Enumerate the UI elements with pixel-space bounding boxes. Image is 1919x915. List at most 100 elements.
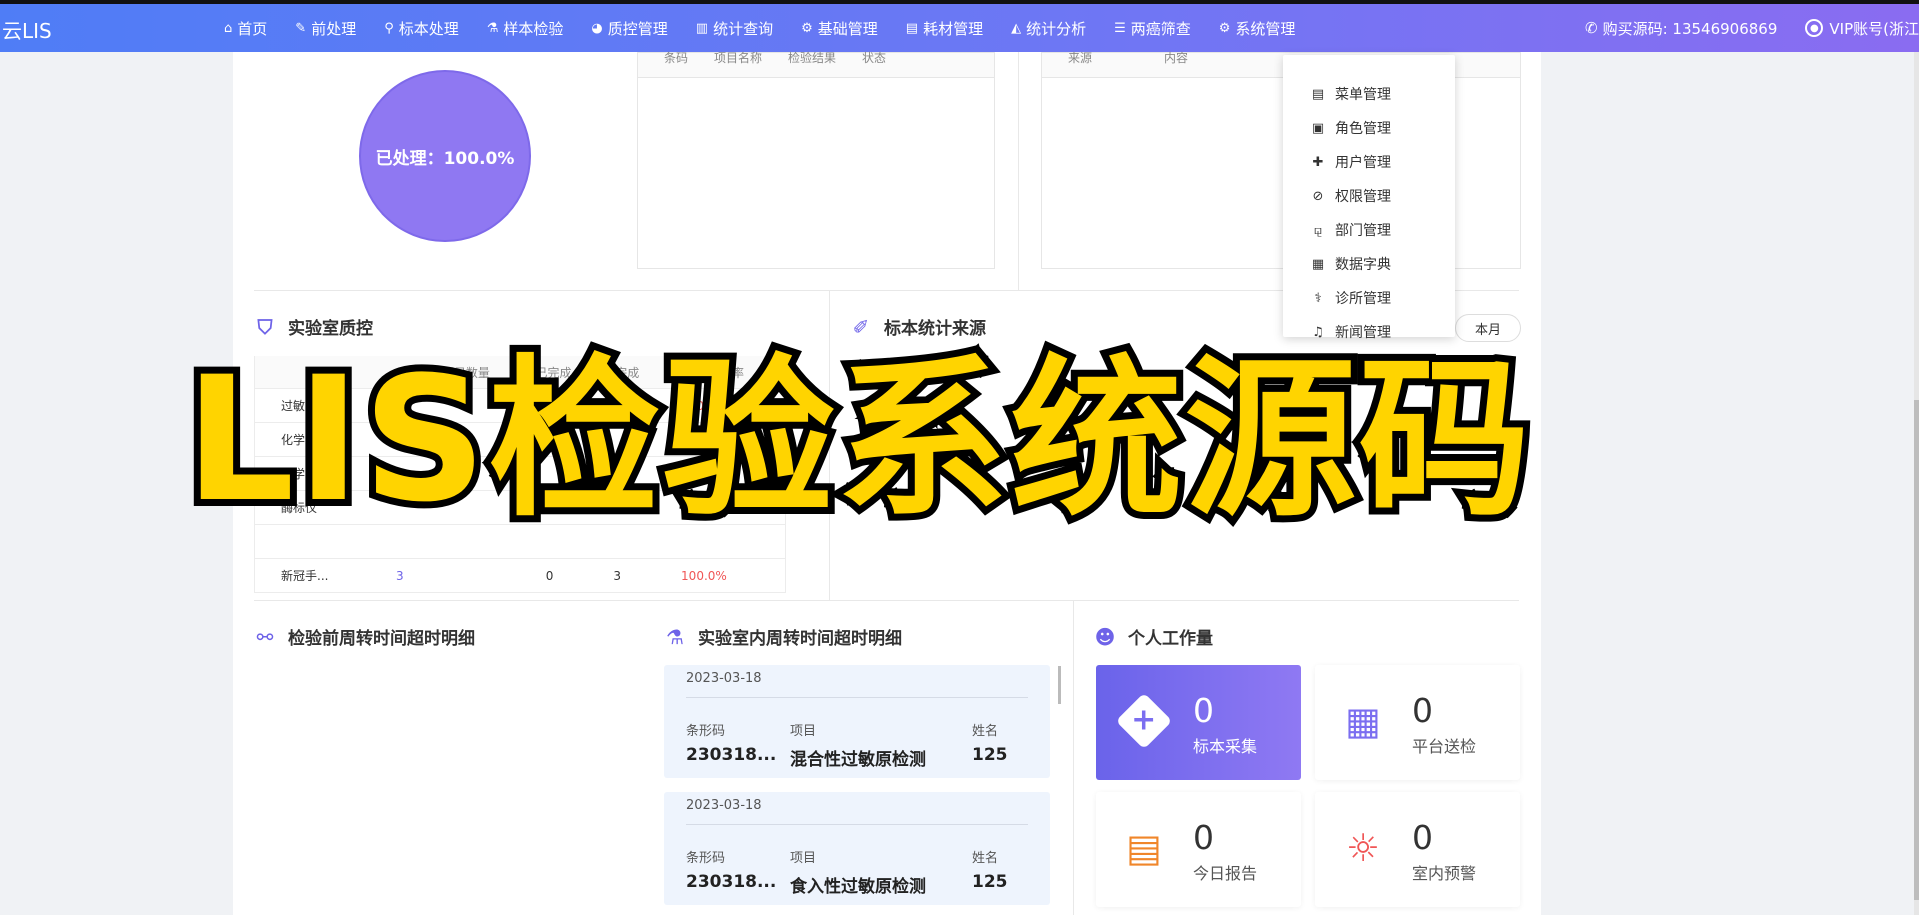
dropdown-item-user-management[interactable]: ✚ 用户管理: [1283, 145, 1455, 179]
tat-record-card[interactable]: 2023-03-18 条形码 项目 姓名 230318... 食入性过敏原检测 …: [664, 792, 1050, 905]
qc-name: 新冠手...: [254, 558, 388, 593]
workload-title: ☻ 个人工作量: [1094, 624, 1213, 650]
lab-tat-title: ⚗ 实验室内周转时间超时明细: [664, 624, 902, 650]
list-alt-icon: ▤: [1311, 86, 1325, 102]
nav-item-consumables[interactable]: ▤ 耗材管理: [892, 4, 997, 52]
divider: [686, 697, 1028, 698]
column-header: 状态: [862, 51, 887, 65]
item-value: 混合性过敏原检测: [790, 750, 926, 770]
section-title-text: 检验前周转时间超时明细: [288, 629, 475, 649]
item-value: 食入性过敏原检测: [790, 877, 926, 897]
brand-logo[interactable]: 云LIS: [2, 15, 52, 44]
nav-item-quality-control[interactable]: ◕ 质控管理: [577, 4, 681, 52]
nav-item-statistics-query[interactable]: ▥ 统计查询: [682, 4, 787, 52]
hospital-icon: ▦: [1345, 699, 1381, 743]
scroll-report-icon: ▤: [1126, 826, 1162, 870]
nav-label: 两癌筛查: [1130, 19, 1191, 38]
nav-item-specimen-processing[interactable]: ⚲ 标本处理: [370, 4, 473, 52]
table-row[interactable]: 新冠手... 3 0 3 100.0%: [254, 558, 786, 593]
dropdown-item-data-dictionary[interactable]: ▦ 数据字典: [1283, 247, 1455, 281]
user-circle-icon: ●: [1805, 19, 1824, 37]
top-navbar: 云LIS ⌂ 首页 ✎ 前处理 ⚲ 标本处理 ⚗ 样本检验 ◕ 质控管理 ▥ 统计查询 ⚙ 基…: [0, 4, 1919, 52]
stat-label: 今日报告: [1193, 864, 1258, 883]
barcode-value: 230318...: [686, 745, 777, 765]
name-label: 姓名: [972, 724, 999, 739]
name-value: 125: [972, 745, 1008, 765]
nav-item-home[interactable]: ⌂ 首页: [210, 4, 281, 52]
dropdown-item-clinic-management[interactable]: ⚕ 诊所管理: [1283, 281, 1455, 315]
column-header: 检验结果: [788, 51, 837, 65]
recent-results-table: 条码 项目名称 检验结果 状态: [637, 51, 995, 269]
nav-label: 统计查询: [713, 19, 774, 38]
dropdown-item-menu-management[interactable]: ▤ 菜单管理: [1283, 77, 1455, 111]
column-header: 项目名称: [714, 51, 763, 65]
nav-item-sample-testing[interactable]: ⚗ 样本检验: [473, 4, 578, 52]
bar-chart-icon: ▥: [695, 20, 709, 36]
id-card-icon: ▣: [1311, 120, 1325, 136]
stat-card-today-report[interactable]: ▤ 0 今日报告: [1096, 792, 1301, 907]
dropdown-item-role-management[interactable]: ▣ 角色管理: [1283, 111, 1455, 145]
item-label: 项目: [790, 851, 817, 866]
nav-item-system-management[interactable]: ⚙ 系统管理: [1205, 4, 1310, 52]
medical-plus-icon: +: [1115, 692, 1173, 750]
nav-item-cancer-screening[interactable]: ☰ 两癌筛查: [1100, 4, 1205, 52]
nav-label: 前处理: [311, 19, 357, 38]
ban-icon: ⊘: [1312, 188, 1324, 204]
alarm-light-icon: ☼: [1345, 826, 1381, 870]
barcode-value: 230318...: [686, 872, 777, 892]
table-header: 条码 项目名称 检验结果 状态: [638, 51, 994, 78]
flask-icon: ⚗: [666, 624, 684, 649]
tat-date: 2023-03-18: [686, 798, 762, 813]
navbar-right: ✆ 购买源码: 13546906869 ● VIP账号(浙江: [1585, 4, 1919, 52]
area-chart-icon: ◭: [1011, 20, 1022, 36]
dropdown-label: 角色管理: [1335, 121, 1391, 137]
vial-icon: ⚲: [384, 20, 394, 36]
qc-total[interactable]: 3: [387, 558, 520, 593]
name-value: 125: [972, 872, 1008, 892]
nav-label: 首页: [237, 19, 268, 38]
main-nav-menu: ⌂ 首页 ✎ 前处理 ⚲ 标本处理 ⚗ 样本检验 ◕ 质控管理 ▥ 统计查询 ⚙ 基础管理 ▤…: [210, 4, 1309, 52]
buy-source-link[interactable]: ✆ 购买源码: 13546906869: [1585, 18, 1777, 39]
stat-value: 0: [1193, 818, 1214, 857]
qc-done: 0: [519, 558, 588, 593]
stat-label: 平台送检: [1412, 737, 1477, 756]
nav-item-preprocess[interactable]: ✎ 前处理: [281, 4, 370, 52]
tat-list-scrollbar[interactable]: [1058, 666, 1061, 704]
nav-label: 统计分析: [1026, 19, 1087, 38]
account-menu[interactable]: ● VIP账号(浙江: [1805, 18, 1919, 39]
account-label: VIP账号(浙江: [1829, 19, 1919, 38]
book-icon: ▦: [1311, 256, 1325, 272]
stat-card-specimen-collection[interactable]: + 0 标本采集: [1096, 665, 1301, 780]
tat-record-card[interactable]: 2023-03-18 条形码 项目 姓名 230318... 混合性过敏原检测 …: [664, 665, 1050, 778]
pie-chart-icon: ◕: [591, 20, 603, 36]
divider: [254, 600, 1519, 601]
nav-item-basic-management[interactable]: ⚙ 基础管理: [787, 4, 892, 52]
dropdown-label: 菜单管理: [1335, 87, 1391, 103]
dropdown-item-permission-management[interactable]: ⊘ 权限管理: [1283, 179, 1455, 213]
qc-rate: 100.0%: [655, 558, 786, 593]
stat-card-platform-submission[interactable]: ▦ 0 平台送检: [1315, 665, 1520, 780]
column-header: 条码: [664, 51, 689, 65]
nav-item-statistics-analysis[interactable]: ◭ 统计分析: [997, 4, 1100, 52]
list-icon: ☰: [1114, 20, 1126, 36]
dropdown-label: 数据字典: [1335, 257, 1391, 273]
page-scrollbar-thumb[interactable]: [1914, 400, 1919, 900]
gear-icon: ⚙: [801, 20, 813, 36]
name-label: 姓名: [972, 851, 999, 866]
clinic-icon: ⚕: [1314, 290, 1322, 306]
stat-card-indoor-alert[interactable]: ☼ 0 室内预警: [1315, 792, 1520, 907]
sitemap-icon: ⚼: [1313, 222, 1323, 238]
dropdown-label: 用户管理: [1335, 155, 1391, 171]
processed-pie-chart: 已处理：100.0%: [359, 70, 531, 242]
column-header: 内容: [1164, 51, 1189, 65]
stat-label: 标本采集: [1193, 737, 1258, 756]
system-management-dropdown: ▤ 菜单管理 ▣ 角色管理 ✚ 用户管理 ⊘ 权限管理 ⚼ 部门管理 ▦ 数据字典 ⚕ 诊所管…: [1283, 55, 1455, 341]
user-icon: ☻: [1094, 624, 1116, 649]
qc-undone: 3: [587, 558, 656, 593]
divider: [686, 824, 1028, 825]
flask-icon: ⚗: [486, 20, 499, 36]
briefcase-icon: ▤: [905, 20, 919, 36]
divider: [1073, 600, 1074, 915]
nav-label: 基础管理: [817, 19, 878, 38]
dropdown-item-department-management[interactable]: ⚼ 部门管理: [1283, 213, 1455, 247]
